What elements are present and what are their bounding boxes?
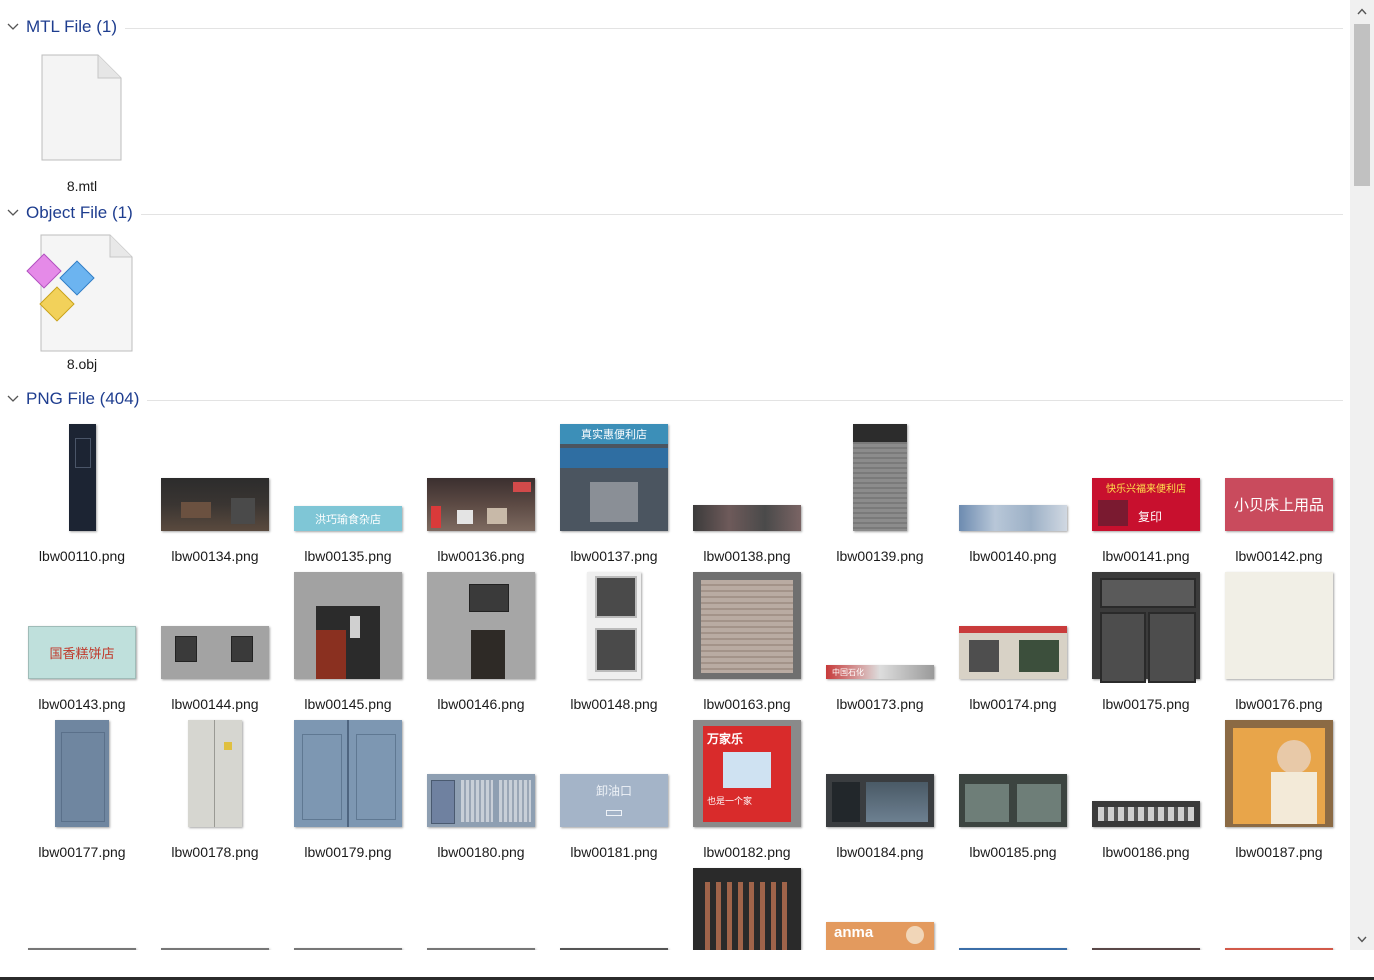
group-title: PNG File (404) [26,389,140,408]
file-name: lbw00184.png [836,844,924,860]
thumbnail-sign-text: 复印 [1138,510,1163,524]
3d-object-icon [23,234,141,354]
thumbnail-image [1220,720,1338,827]
thumbnail-image [688,572,806,679]
thumbnail-image [422,478,540,531]
file-name: lbw00182.png [703,844,791,860]
file-name: lbw00177.png [38,844,126,860]
file-name: lbw00139.png [836,548,924,564]
thumbnail-image [289,572,407,679]
thumbnail-image: 真实惠便利店 [555,424,673,531]
thumbnail-sign-text: 万家乐 [707,732,744,746]
file-name: lbw00143.png [38,696,126,712]
file-name: lbw00163.png [703,696,791,712]
file-list-view: MTL File (1) 8.mtl Object File (1) 8.obj… [0,0,1350,950]
thumbnail-image [555,572,673,679]
file-name: 8.obj [66,356,98,372]
thumbnail-sign-text: 卸油口 [595,784,632,798]
thumbnail-image [954,774,1072,827]
chevron-down-icon[interactable] [1350,928,1374,950]
thumbnail-image [688,505,806,531]
thumbnail-image [1087,801,1205,827]
thumbnail-image [156,626,274,679]
group-divider [147,399,1343,401]
thumbnail-sign-text: anma [834,924,874,941]
thumbnail-image: 卸油口 [555,774,673,827]
file-name: lbw00175.png [1102,696,1190,712]
file-name: lbw00178.png [171,844,259,860]
group-title: Object File (1) [26,203,133,222]
thumbnail-image [954,626,1072,679]
thumbnail-image [1220,572,1338,679]
file-name: lbw00179.png [304,844,392,860]
thumbnail-image: 洪巧瑜食杂店 [289,506,407,531]
file-name: lbw00186.png [1102,844,1190,860]
thumbnail-sign-text: 中国石化 [832,667,864,677]
scrollbar-thumb[interactable] [1354,24,1370,186]
thumbnail-sign-text: 洪巧瑜食杂店 [315,513,381,526]
file-name: lbw00181.png [570,844,658,860]
thumbnail-image: 万家乐 也是一个家 [688,720,806,827]
thumbnail-image [422,774,540,827]
group-divider [125,27,1343,29]
thumbnail-sign-text: 快乐兴福来便利店 [1106,484,1186,495]
file-name: lbw00140.png [969,548,1057,564]
file-name: lbw00180.png [437,844,525,860]
file-name: lbw00176.png [1235,696,1323,712]
thumbnail-image [821,774,939,827]
group-header-mtl[interactable]: MTL File (1) [6,14,1343,40]
file-name: lbw00145.png [304,696,392,712]
thumbnail-image [23,720,141,827]
thumbnail-image: 国香糕饼店 [23,626,141,679]
file-name: lbw00187.png [1235,844,1323,860]
thumbnail-sign-text: 真实惠便利店 [581,429,647,441]
file-name: lbw00135.png [304,548,392,564]
thumbnail-image: anma [821,922,939,950]
thumbnail-image [23,424,141,531]
thumbnail-image [422,572,540,679]
chevron-down-icon[interactable] [6,206,20,220]
group-title: MTL File (1) [26,17,117,36]
thumbnail-image: 快乐兴福来便利店 复印 [1087,478,1205,531]
group-divider [140,213,1343,215]
file-name: lbw00146.png [437,696,525,712]
thumbnail-sign-text: 也是一个家 [707,796,753,806]
file-name: lbw00144.png [171,696,259,712]
file-name: lbw00110.png [38,548,126,564]
thumbnail-sign-text: 小贝床上用品 [1233,497,1324,514]
group-header-png[interactable]: PNG File (404) [6,386,1343,412]
file-name: lbw00148.png [570,696,658,712]
file-name: 8.mtl [66,178,98,194]
file-name: lbw00173.png [836,696,924,712]
document-icon [23,54,141,162]
thumbnail-image [156,720,274,827]
thumbnail-image [688,868,806,950]
thumbnail-image: 中国石化 [821,665,939,679]
chevron-up-icon[interactable] [1350,0,1374,22]
vertical-scrollbar[interactable] [1350,0,1374,950]
thumbnail-sign-text: 国香糕饼店 [49,646,115,661]
file-name: lbw00136.png [437,548,525,564]
file-name: lbw00134.png [171,548,259,564]
file-name: lbw00142.png [1235,548,1323,564]
thumbnail-image [954,505,1072,531]
thumbnail-image [1087,572,1205,683]
thumbnail-image: 小贝床上用品 [1220,478,1338,531]
file-name: lbw00174.png [969,696,1057,712]
thumbnail-image [821,424,939,531]
file-name: lbw00185.png [969,844,1057,860]
thumbnail-image [289,720,407,827]
group-header-object[interactable]: Object File (1) [6,200,1343,226]
file-name: lbw00138.png [703,548,791,564]
file-name: lbw00141.png [1102,548,1190,564]
file-name: lbw00137.png [570,548,658,564]
status-area [0,950,1374,980]
thumbnail-image [156,478,274,531]
chevron-down-icon[interactable] [6,20,20,34]
chevron-down-icon[interactable] [6,392,20,406]
